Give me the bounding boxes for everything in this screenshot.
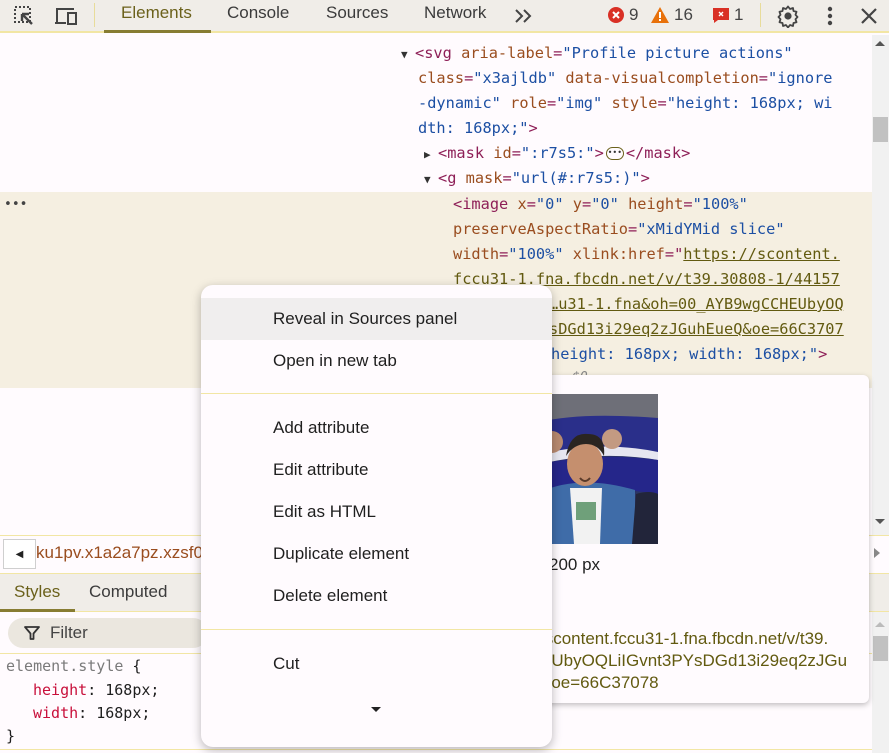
dom-node-svg-cont: dth: 168px;"> <box>418 119 538 137</box>
collapse-triangle-icon[interactable]: ▶ <box>424 142 438 167</box>
settings-gear-icon[interactable] <box>776 4 800 28</box>
menu-item-edit-attribute[interactable]: Edit attribute <box>201 449 552 491</box>
tab-styles[interactable]: Styles <box>14 582 60 602</box>
toolbar-divider <box>760 3 761 27</box>
menu-item-cut[interactable]: Cut <box>201 643 552 685</box>
menu-item-delete-element[interactable]: Delete element <box>201 575 552 617</box>
error-counter[interactable]: 9 <box>607 5 638 25</box>
filter-placeholder: Filter <box>50 623 88 642</box>
css-declaration[interactable]: width: 168px; <box>33 701 150 725</box>
styles-scrollbar[interactable] <box>872 612 889 753</box>
toolbar-divider <box>94 3 95 27</box>
scroll-up-icon[interactable] <box>875 41 885 46</box>
node-actions-icon[interactable]: ••• <box>4 192 27 217</box>
menu-item-duplicate-element[interactable]: Duplicate element <box>201 533 552 575</box>
dom-node-image[interactable]: <image x="0" y="0" height="100%" <box>453 192 748 217</box>
issues-counter[interactable]: 1 <box>712 5 743 25</box>
active-tab-indicator <box>104 30 211 33</box>
breadcrumb-scroll-left-button[interactable]: ◀ <box>3 539 36 569</box>
dom-node-svg-cont: -dynamic" role="img" style="height: 168p… <box>418 94 833 112</box>
expand-triangle-icon[interactable]: ▼ <box>401 42 415 67</box>
rule-close-brace: } <box>6 727 16 745</box>
tab-network[interactable]: Network <box>424 0 486 33</box>
image-preview-popover: 200 px 3 /scontent.fccu31-1.fna.fbcdn.ne… <box>540 375 869 703</box>
image-url-link[interactable]: &oe=66C37078 <box>540 673 659 693</box>
close-icon[interactable] <box>857 4 881 28</box>
error-icon <box>608 7 624 23</box>
warning-count: 16 <box>674 5 693 24</box>
menu-item-add-attribute[interactable]: Add attribute <box>201 407 552 449</box>
menu-item-open-in-new-tab[interactable]: Open in new tab <box>201 340 552 382</box>
scroll-up-icon[interactable] <box>875 622 885 627</box>
expand-triangle-icon[interactable]: ▼ <box>424 167 438 192</box>
menu-separator <box>201 393 552 394</box>
dom-node-svg-cont: class="x3ajldb" data-visualcompletion="i… <box>418 69 833 87</box>
image-preview-thumbnail <box>540 394 658 544</box>
tab-elements[interactable]: Elements <box>121 0 192 33</box>
warning-counter[interactable]: 16 <box>650 5 693 25</box>
image-dimensions: 200 px <box>549 555 601 574</box>
tab-sources[interactable]: Sources <box>326 0 388 33</box>
image-href-link[interactable]: https://scontent. <box>683 245 840 263</box>
devtools-window: Elements Console Sources Network 9 16 1 <box>0 0 889 753</box>
dom-tree-scrollbar[interactable] <box>872 35 889 535</box>
chevron-down-icon[interactable] <box>371 707 381 712</box>
breadcrumb-item[interactable]: ku1pv.x1a2a7pz.xzsf0 <box>36 543 203 563</box>
image-url-link[interactable]: EUbyOQLiIGvnt3PYsDGd13i29eq2zJGu <box>540 651 847 671</box>
scroll-down-icon[interactable] <box>875 519 885 524</box>
dom-node-svg[interactable]: ▼ <svg aria-label="Profile picture action… <box>401 41 793 67</box>
css-declaration[interactable]: height: 168px; <box>33 678 159 702</box>
image-url-link[interactable]: /scontent.fccu31-1.fna.fbcdn.net/v/t39. <box>540 629 828 649</box>
dom-node-mask[interactable]: ▶ <mask id=":r7s5:"> ••• </mask> <box>424 141 690 167</box>
breadcrumb-scroll-right-icon[interactable] <box>874 548 880 558</box>
filter-icon <box>24 626 40 640</box>
issues-count: 1 <box>734 5 744 24</box>
issue-icon <box>713 8 729 23</box>
menu-item-edit-as-html[interactable]: Edit as HTML <box>201 491 552 533</box>
styles-filter-input[interactable]: Filter <box>8 618 208 648</box>
dom-node-image-cont: width="100%" xlink:href="https://sconten… <box>453 245 840 263</box>
menu-separator <box>201 629 552 630</box>
error-count: 9 <box>629 5 639 24</box>
dom-node-g[interactable]: ▼ <g mask="url(#:r7s5:)"> <box>424 166 650 192</box>
menu-item-reveal-in-sources[interactable]: Reveal in Sources panel <box>201 298 552 340</box>
devtools-toolbar: Elements Console Sources Network 9 16 1 <box>0 0 889 33</box>
context-menu: Reveal in Sources panel Open in new tab … <box>201 285 552 747</box>
element-style-rule: element.style { <box>6 657 142 675</box>
collapsed-children-icon[interactable]: ••• <box>605 147 624 160</box>
more-tabs-icon[interactable] <box>512 4 536 28</box>
scrollbar-thumb[interactable] <box>873 636 888 661</box>
tab-console[interactable]: Console <box>227 0 289 33</box>
dom-node-image-cont: preserveAspectRatio="xMidYMid slice" <box>453 220 785 238</box>
tab-computed[interactable]: Computed <box>89 582 167 602</box>
inspect-element-icon[interactable] <box>12 4 36 28</box>
device-toolbar-icon[interactable] <box>54 4 78 28</box>
scrollbar-thumb[interactable] <box>873 117 888 142</box>
warning-icon <box>651 7 669 23</box>
more-vertical-icon[interactable] <box>818 4 842 28</box>
